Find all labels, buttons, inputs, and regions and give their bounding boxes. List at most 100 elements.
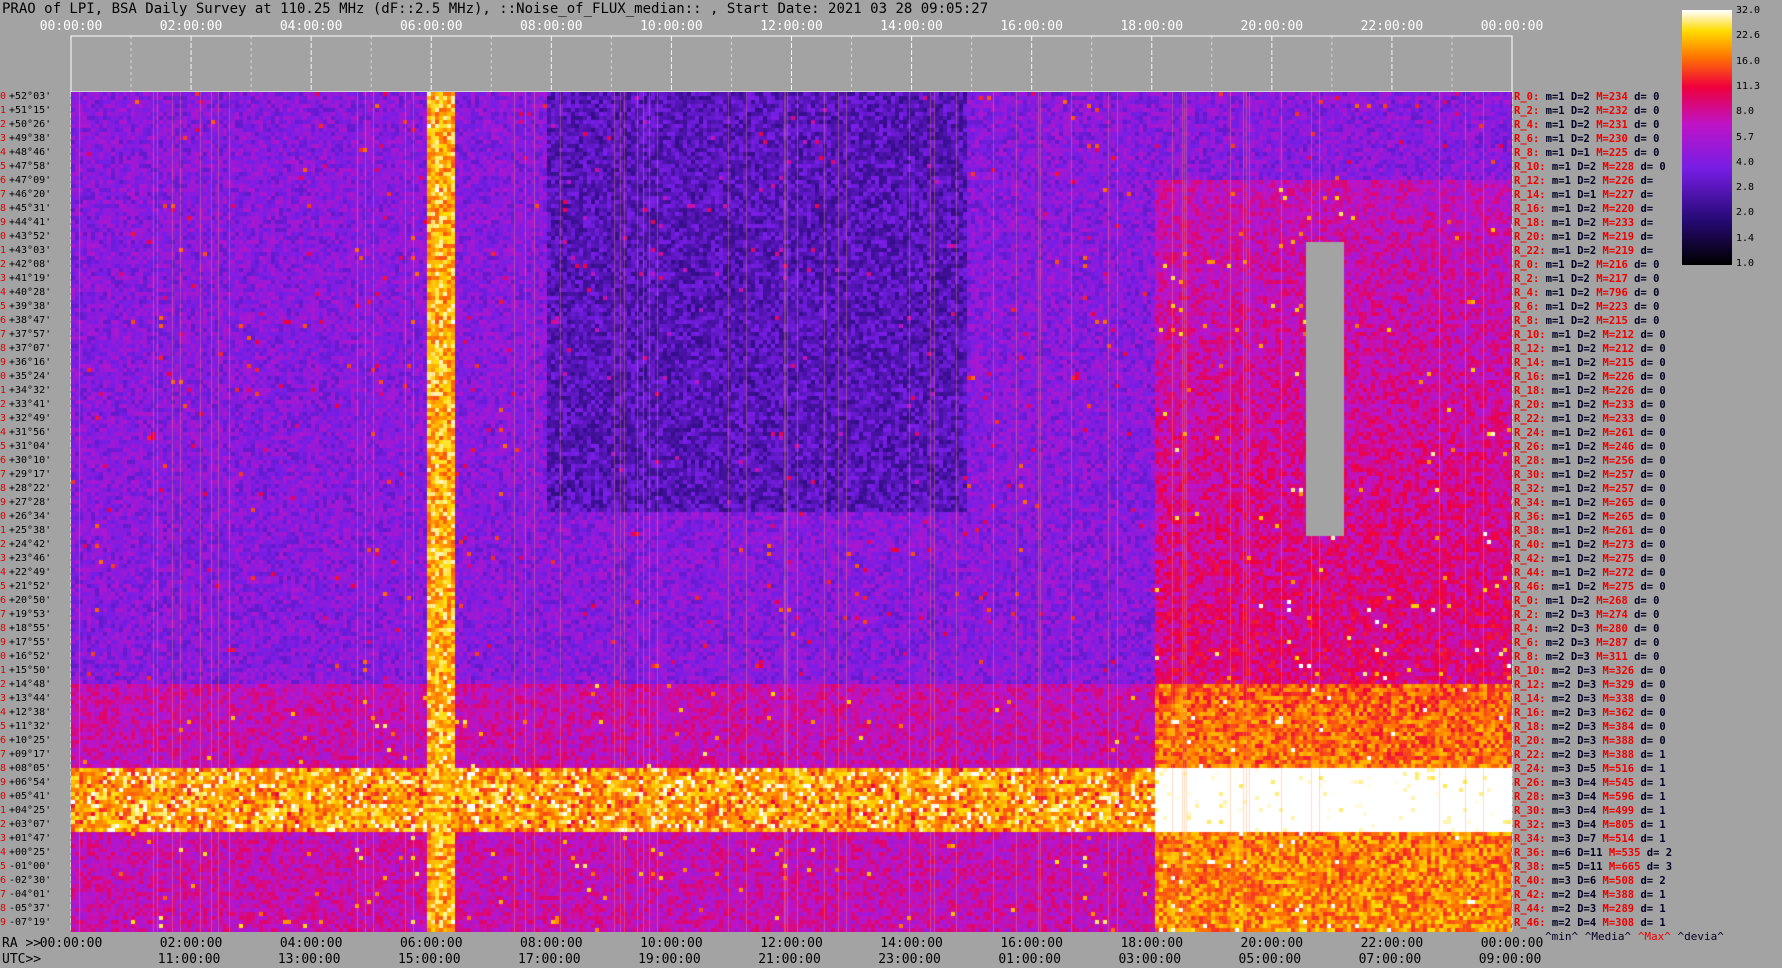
utc-tick: 09:00:00 — [1478, 952, 1542, 967]
legend-min: ^min^ — [1545, 930, 1579, 943]
declination-index: 8 — [0, 903, 7, 914]
stat-label: R_10: — [1514, 665, 1546, 677]
declination-value: +01°47' — [9, 833, 52, 844]
declination-value: +26°34' — [9, 511, 52, 522]
stat-dev: d= 1 — [1634, 777, 1666, 789]
ra-tick-bottom: 22:00:00 — [1360, 936, 1424, 951]
stat-min: m=2 — [1545, 735, 1571, 747]
stat-row: R_30: m=1 D=2 M=257 d= 0 — [1514, 470, 1666, 481]
declination-index: 4 — [0, 287, 7, 298]
stat-max: M=215 — [1589, 315, 1628, 327]
declination-value: +03°07' — [9, 819, 52, 830]
declination-label: 9 +06°54' — [0, 778, 71, 788]
stat-dev: d= 0 — [1627, 651, 1660, 663]
stat-dev: d= 0 — [1634, 161, 1666, 173]
declination-index: 7 — [0, 749, 7, 760]
stat-max: M=308 — [1596, 917, 1635, 929]
stat-dev: d= 0 — [1634, 483, 1666, 495]
declination-label: 7 +46°20' — [0, 190, 71, 200]
stat-median: D=2 — [1570, 413, 1597, 425]
declination-index: 3 — [0, 273, 7, 284]
stat-max: M=226 — [1596, 371, 1635, 383]
stat-min: m=2 — [1545, 679, 1571, 691]
stat-label: R_2: — [1514, 273, 1540, 285]
legend-max: ^Max^ — [1637, 930, 1671, 943]
declination-label: 0 +43°52' — [0, 232, 71, 242]
stat-min: m=1 — [1545, 385, 1571, 397]
stat-median: D=4 — [1570, 917, 1597, 929]
declination-index: 8 — [0, 203, 7, 214]
stat-label: R_30: — [1514, 469, 1546, 481]
stat-min: m=2 — [1545, 903, 1571, 915]
stat-label: R_28: — [1514, 791, 1546, 803]
stat-max: M=225 — [1589, 147, 1628, 159]
colorbar-tick: 1.0 — [1736, 258, 1755, 269]
stat-min: m=1 — [1539, 259, 1565, 271]
declination-value: +42°08' — [9, 259, 52, 270]
declination-index: 9 — [0, 777, 7, 788]
declination-label: 1 +15°50' — [0, 666, 71, 676]
stat-min: m=1 — [1545, 161, 1571, 173]
stat-dev: d= 0 — [1634, 707, 1666, 719]
stat-median: D=2 — [1570, 581, 1597, 593]
stat-label: R_20: — [1514, 735, 1546, 747]
stat-row: R_16: m=1 D=2 M=220 d= — [1514, 204, 1653, 215]
declination-index: 9 — [0, 637, 7, 648]
stat-dev: d= 0 — [1627, 315, 1660, 327]
declination-label: 4 +22°49' — [0, 568, 71, 578]
stat-median: D=4 — [1570, 805, 1597, 817]
stat-median: D=2 — [1564, 301, 1590, 313]
ra-tick-bottom: 00:00:00 — [39, 936, 103, 951]
stat-min: m=2 — [1545, 707, 1571, 719]
declination-index: 2 — [0, 259, 7, 270]
stat-max: M=362 — [1596, 707, 1635, 719]
declination-value: +44°41' — [9, 217, 52, 228]
stat-dev: d= 0 — [1627, 637, 1660, 649]
stat-label: R_14: — [1514, 693, 1546, 705]
ra-tick-top: 00:00:00 — [39, 19, 103, 34]
stat-label: R_34: — [1514, 497, 1546, 509]
declination-label: 9 +44°41' — [0, 218, 71, 228]
stat-row: R_14: m=1 D=2 M=215 d= 0 — [1514, 358, 1666, 369]
stat-dev: d= — [1634, 231, 1654, 243]
declination-value: +31°56' — [9, 427, 52, 438]
stat-min: m=1 — [1539, 105, 1565, 117]
declination-index: 0 — [0, 511, 7, 522]
stat-dev: d= 0 — [1627, 301, 1660, 313]
stat-row: R_46: m=1 D=2 M=275 d= 0 — [1514, 582, 1666, 593]
declination-label: 8 +37°07' — [0, 344, 71, 354]
declination-label: 3 +23°46' — [0, 554, 71, 564]
declination-index: 1 — [0, 665, 7, 676]
stat-max: M=508 — [1596, 875, 1635, 887]
declination-index: 9 — [0, 357, 7, 368]
stat-median: D=2 — [1564, 259, 1590, 271]
stat-max: M=234 — [1589, 91, 1628, 103]
declination-value: +38°47' — [9, 315, 52, 326]
declination-value: +36°16' — [9, 357, 52, 368]
stat-dev: d= 0 — [1627, 273, 1660, 285]
declination-label: 4 +40°28' — [0, 288, 71, 298]
stat-label: R_46: — [1514, 581, 1546, 593]
declination-value: +37°57' — [9, 329, 52, 340]
stat-max: M=226 — [1596, 385, 1635, 397]
stat-label: R_18: — [1514, 385, 1546, 397]
declination-value: +40°28' — [9, 287, 52, 298]
stat-label: R_24: — [1514, 763, 1546, 775]
legend-median: ^Media^ — [1584, 930, 1632, 943]
stat-max: M=796 — [1589, 287, 1628, 299]
ra-tick-bottom: 02:00:00 — [159, 936, 223, 951]
stat-dev: d= 0 — [1634, 427, 1666, 439]
stat-row: R_22: m=1 D=2 M=233 d= 0 — [1514, 414, 1666, 425]
declination-index: 2 — [0, 119, 7, 130]
stat-median: D=1 — [1564, 147, 1590, 159]
declination-index: 9 — [0, 497, 7, 508]
declination-value: +51°15' — [9, 105, 52, 116]
stat-dev: d= 0 — [1627, 91, 1660, 103]
stat-row: R_14: m=1 D=1 M=227 d= — [1514, 190, 1653, 201]
stat-median: D=2 — [1570, 175, 1597, 187]
stat-row: R_28: m=3 D=4 M=596 d= 1 — [1514, 792, 1666, 803]
stat-label: R_40: — [1514, 875, 1546, 887]
stat-max: M=388 — [1596, 889, 1635, 901]
stat-label: R_2: — [1514, 609, 1540, 621]
stat-label: R_30: — [1514, 805, 1546, 817]
